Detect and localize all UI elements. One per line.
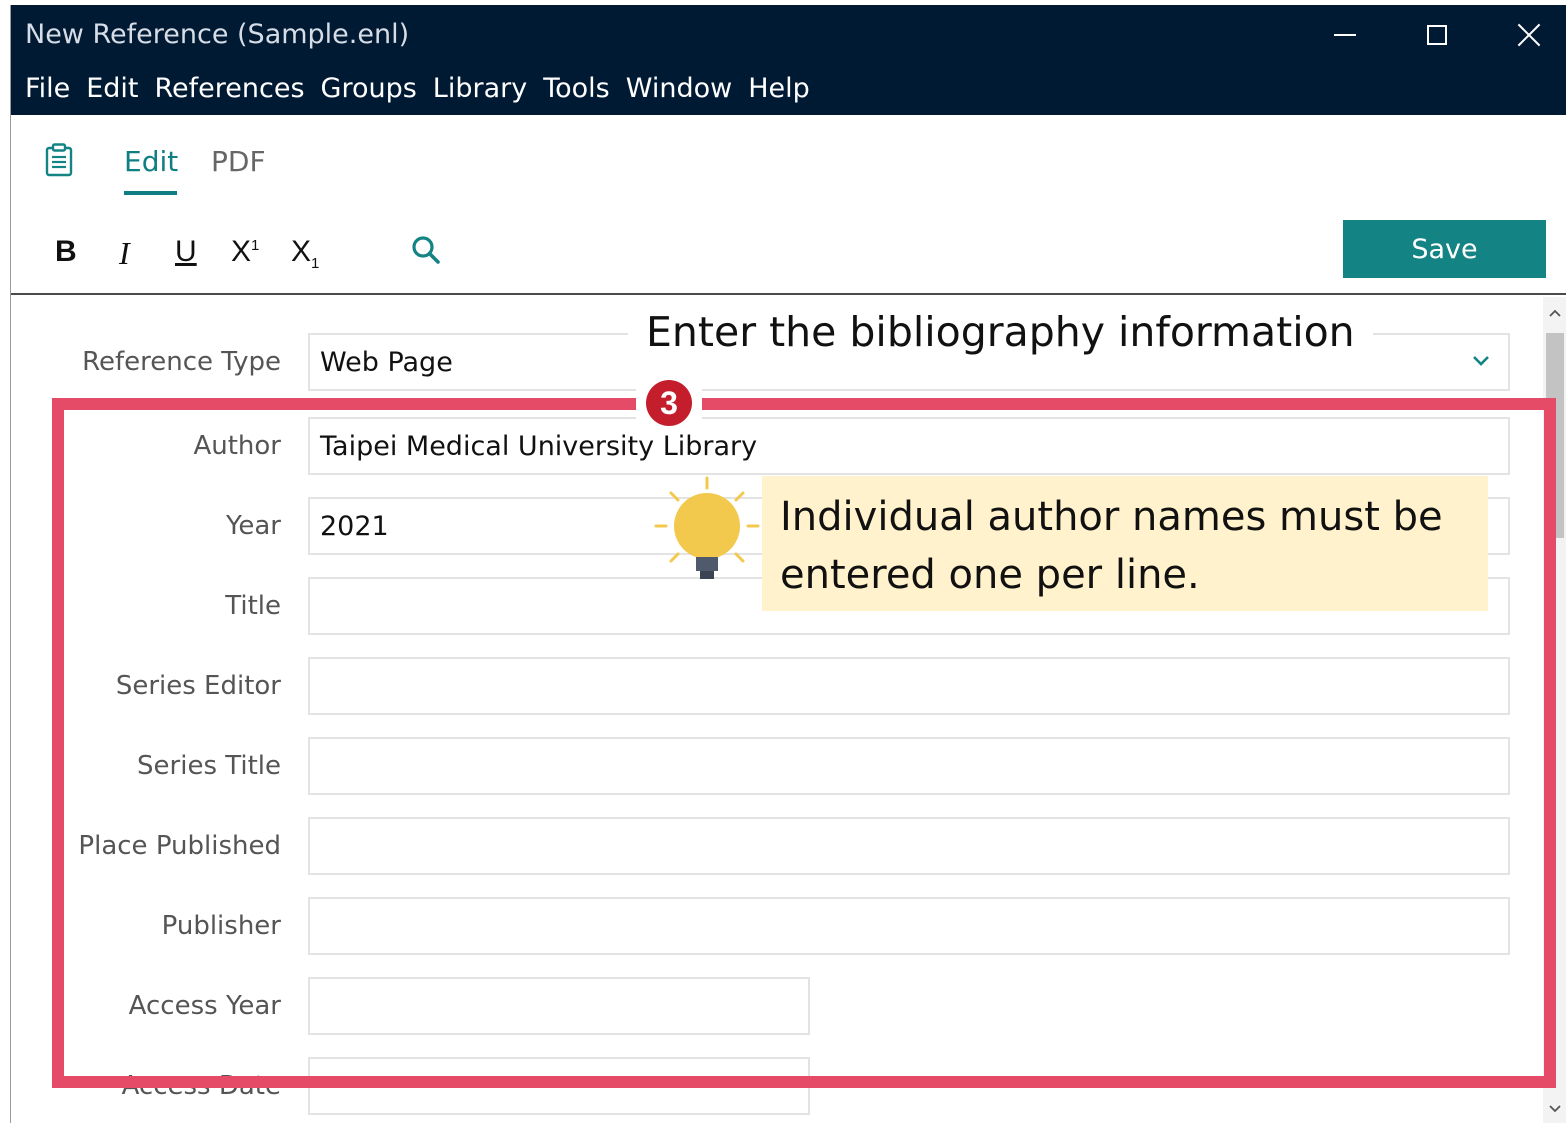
access-year-label: Access Year (128, 991, 281, 1021)
chevron-down-icon (1473, 356, 1489, 366)
tab-edit[interactable]: Edit (124, 145, 178, 178)
minimize-icon (1334, 34, 1356, 36)
access-year-field[interactable] (308, 977, 810, 1035)
menu-edit[interactable]: Edit (78, 73, 146, 104)
author-label: Author (193, 431, 281, 461)
close-icon (1517, 23, 1541, 47)
window-title: New Reference (Sample.enl) (25, 19, 410, 50)
menu-groups[interactable]: Groups (313, 73, 425, 104)
reference-type-label: Reference Type (82, 347, 281, 377)
menu-tools[interactable]: Tools (535, 73, 618, 104)
publisher-label: Publisher (161, 911, 281, 941)
italic-button[interactable]: I (119, 235, 130, 272)
underline-button[interactable]: U (175, 235, 197, 269)
menu-references[interactable]: References (146, 73, 312, 104)
tab-pdf[interactable]: PDF (211, 145, 266, 178)
save-button[interactable]: Save (1343, 220, 1546, 278)
scroll-up-icon[interactable] (1543, 301, 1566, 325)
author-field[interactable]: Taipei Medical University Library (308, 417, 1510, 475)
menu-bar: File Edit References Groups Library Tool… (17, 73, 818, 104)
scroll-thumb[interactable] (1546, 333, 1564, 538)
maximize-button[interactable] (1415, 17, 1459, 53)
clipboard-icon[interactable] (45, 143, 73, 177)
subscript-button[interactable]: X1 (291, 235, 319, 272)
subscript-base: X (291, 235, 312, 268)
reference-type-value: Web Page (320, 346, 453, 378)
format-toolbar: B I U X1 X1 Save (11, 215, 1566, 295)
series-title-label: Series Title (137, 751, 281, 781)
step-badge: 3 (636, 378, 702, 428)
access-date-label: Access Date (121, 1071, 281, 1101)
vertical-scrollbar[interactable] (1543, 297, 1566, 1123)
access-date-field[interactable] (308, 1057, 810, 1115)
bold-button[interactable]: B (55, 235, 77, 269)
maximize-icon (1427, 25, 1447, 45)
series-editor-field[interactable] (308, 657, 1510, 715)
search-icon[interactable] (409, 233, 443, 267)
step-number: 3 (646, 380, 692, 426)
menu-help[interactable]: Help (740, 73, 818, 104)
subscript-mark: 1 (311, 255, 320, 272)
series-editor-label: Series Editor (115, 671, 281, 701)
menu-window[interactable]: Window (618, 73, 740, 104)
close-button[interactable] (1507, 17, 1551, 53)
active-tab-indicator (124, 191, 177, 195)
year-label: Year (225, 511, 281, 541)
reference-form: Reference Type Web Page Author Taipei Me… (11, 297, 1543, 1123)
menu-file[interactable]: File (17, 73, 78, 104)
place-published-label: Place Published (78, 831, 281, 861)
title-label: Title (225, 591, 281, 621)
minimize-button[interactable] (1323, 17, 1367, 53)
superscript-base: X (231, 235, 252, 268)
menu-library[interactable]: Library (425, 73, 535, 104)
publisher-field[interactable] (308, 897, 1510, 955)
place-published-field[interactable] (308, 817, 1510, 875)
scroll-down-icon[interactable] (1543, 1097, 1566, 1121)
superscript-mark: 1 (251, 237, 260, 254)
tip-callout: Individual author names must be entered … (762, 476, 1488, 611)
tab-bar: Edit PDF (11, 115, 1566, 205)
superscript-button[interactable]: X1 (231, 235, 259, 269)
lightbulb-icon (654, 476, 760, 579)
title-bar: New Reference (Sample.enl) File Edit Ref… (11, 5, 1566, 115)
annotation-heading: Enter the bibliography information (628, 308, 1373, 356)
series-title-field[interactable] (308, 737, 1510, 795)
